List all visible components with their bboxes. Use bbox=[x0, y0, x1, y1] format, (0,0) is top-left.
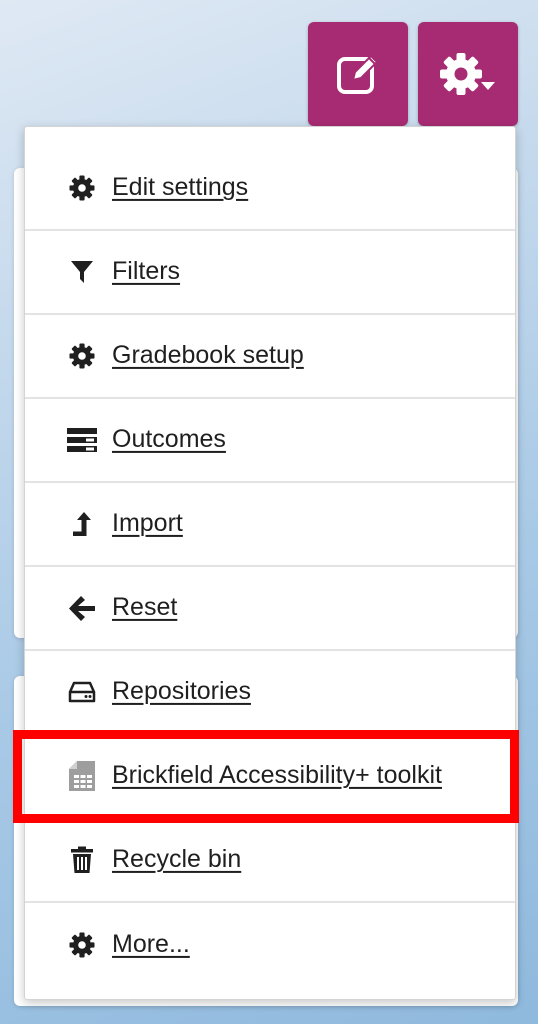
gear-icon bbox=[67, 930, 97, 960]
menu-item-label: Reset bbox=[112, 592, 178, 621]
import-icon bbox=[67, 509, 97, 539]
gear-icon bbox=[67, 341, 97, 371]
gear-icon bbox=[67, 173, 97, 203]
outcomes-icon bbox=[67, 425, 97, 455]
menu-item-filters[interactable]: Filters bbox=[25, 231, 515, 315]
highlight-box bbox=[13, 730, 519, 823]
menu-item-import[interactable]: Import bbox=[25, 483, 515, 567]
menu-item-recycle-bin[interactable]: Recycle bin bbox=[25, 819, 515, 903]
menu-item-label: Filters bbox=[112, 256, 181, 285]
menu-item-label: Outcomes bbox=[112, 424, 226, 453]
settings-menu-button[interactable] bbox=[418, 22, 518, 126]
menu-item-gradebook-setup[interactable]: Gradebook setup bbox=[25, 315, 515, 399]
menu-item-reset[interactable]: Reset bbox=[25, 567, 515, 651]
gear-dropdown-icon bbox=[440, 53, 495, 95]
menu-item-label: Edit settings bbox=[112, 172, 249, 201]
filter-icon bbox=[67, 257, 97, 287]
edit-icon bbox=[337, 54, 379, 94]
drive-icon bbox=[67, 677, 97, 707]
menu-item-label: Gradebook setup bbox=[112, 340, 304, 369]
settings-dropdown-menu: Edit settings Filters Gradebook setup Ou… bbox=[24, 126, 516, 1000]
menu-item-more[interactable]: More... bbox=[25, 903, 515, 987]
menu-item-outcomes[interactable]: Outcomes bbox=[25, 399, 515, 483]
edit-mode-button[interactable] bbox=[308, 22, 408, 126]
menu-item-edit-settings[interactable]: Edit settings bbox=[25, 147, 515, 231]
menu-item-label: Recycle bin bbox=[112, 844, 242, 873]
menu-item-label: More... bbox=[112, 929, 190, 958]
menu-item-label: Import bbox=[112, 508, 183, 537]
menu-item-repositories[interactable]: Repositories bbox=[25, 651, 515, 735]
trash-icon bbox=[67, 845, 97, 875]
menu-item-label: Repositories bbox=[112, 676, 251, 705]
arrow-left-icon bbox=[67, 593, 97, 623]
